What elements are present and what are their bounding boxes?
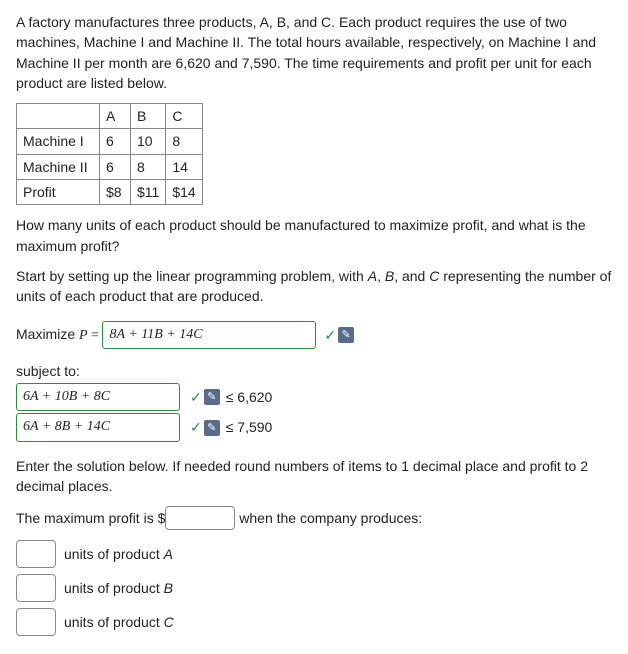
objective-input[interactable]: 8A + 11B + 14C (102, 321, 316, 349)
units-C-input[interactable] (16, 608, 56, 636)
maximize-line: Maximize P = 8A + 11B + 14C ✓✎ (16, 321, 612, 349)
col-C: C (166, 104, 202, 129)
subject-to-label: subject to: (16, 361, 612, 381)
table-row: Machine I 6 10 8 (17, 129, 203, 154)
units-row-C: units of product C (16, 608, 612, 636)
check-icon: ✓ (324, 325, 336, 345)
edit-icon[interactable]: ✎ (338, 327, 354, 343)
correct-badge: ✓✎ (190, 417, 220, 437)
table-row: Machine II 6 8 14 (17, 154, 203, 179)
edit-icon[interactable]: ✎ (204, 420, 220, 436)
correct-badge: ✓✎ (190, 387, 220, 407)
row-label: Machine I (17, 129, 100, 154)
max-profit-input[interactable] (165, 506, 235, 530)
constraint-row: 6A + 10B + 8C ✓✎ ≤ 6,620 (16, 383, 612, 411)
units-row-B: units of product B (16, 574, 612, 602)
constraint1-rhs: ≤ 6,620 (226, 387, 273, 407)
units-B-input[interactable] (16, 574, 56, 602)
constraint1-input[interactable]: 6A + 10B + 8C (16, 383, 180, 411)
problem-intro: A factory manufactures three products, A… (16, 12, 612, 93)
profit-line: The maximum profit is $ when the company… (16, 506, 612, 530)
col-B: B (131, 104, 166, 129)
check-icon: ✓ (190, 417, 202, 437)
correct-badge: ✓✎ (324, 325, 354, 345)
units-row-A: units of product A (16, 540, 612, 568)
col-A: A (100, 104, 131, 129)
constraint2-rhs: ≤ 7,590 (226, 417, 273, 437)
solution-instruction: Enter the solution below. If needed roun… (16, 456, 612, 497)
constraint2-input[interactable]: 6A + 8B + 14C (16, 413, 180, 441)
units-A-input[interactable] (16, 540, 56, 568)
constraint-row: 6A + 8B + 14C ✓✎ ≤ 7,590 (16, 413, 612, 441)
check-icon: ✓ (190, 387, 202, 407)
data-table: A B C Machine I 6 10 8 Machine II 6 8 14… (16, 103, 203, 205)
row-label: Machine II (17, 154, 100, 179)
edit-icon[interactable]: ✎ (204, 389, 220, 405)
table-row: Profit $8 $11 $14 (17, 180, 203, 205)
setup-instruction: Start by setting up the linear programmi… (16, 266, 612, 307)
question-text: How many units of each product should be… (16, 215, 612, 256)
row-label: Profit (17, 180, 100, 205)
